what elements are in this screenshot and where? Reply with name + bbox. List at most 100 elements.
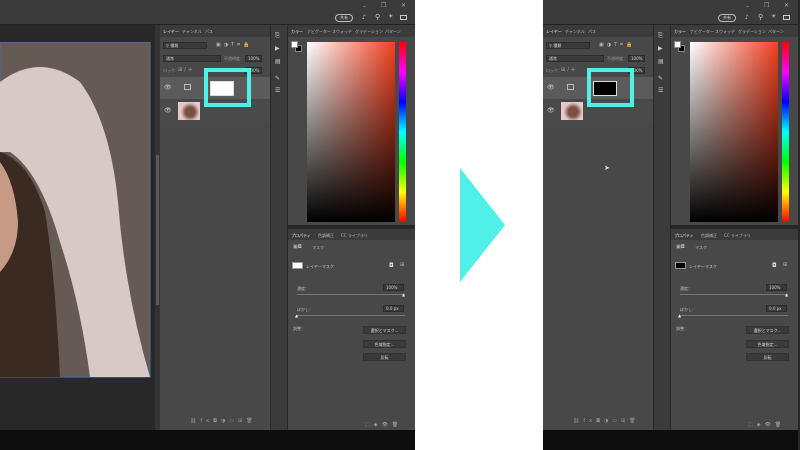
opacity-field[interactable]: 100% bbox=[245, 55, 262, 62]
tab-color[interactable]: カラー bbox=[674, 29, 686, 35]
brush-icon[interactable]: ✎ bbox=[658, 75, 663, 82]
visibility-eye-icon[interactable]: 👁 bbox=[547, 107, 555, 114]
feather-field[interactable]: 0.0 px bbox=[766, 305, 787, 312]
feather-slider-handle[interactable]: ▲ bbox=[295, 313, 298, 318]
brush-icon[interactable]: ✎ bbox=[275, 75, 280, 82]
color-picker-field[interactable] bbox=[690, 42, 778, 222]
comment-icon[interactable]: ▤ bbox=[275, 58, 281, 65]
tab-gradients[interactable]: グラデーション bbox=[738, 29, 766, 35]
hue-slider[interactable] bbox=[782, 42, 789, 222]
foreground-swatch[interactable] bbox=[674, 41, 681, 48]
tab-patterns[interactable]: パターン bbox=[768, 29, 784, 35]
tab-properties[interactable]: プロパティ bbox=[674, 233, 694, 239]
blend-mode-select[interactable]: 通常 bbox=[546, 55, 604, 62]
bell-icon[interactable]: ♪ bbox=[362, 14, 366, 21]
density-slider[interactable] bbox=[297, 294, 405, 295]
select-and-mask-button[interactable]: 選択とマスク... bbox=[746, 326, 789, 334]
lock-icons[interactable]: ⊞/✛ bbox=[178, 67, 194, 73]
select-mask-icon[interactable]: ◘ bbox=[772, 262, 777, 269]
color-picker-field[interactable] bbox=[307, 42, 395, 222]
feather-field[interactable]: 0.0 px bbox=[383, 305, 404, 312]
photo-layer-thumbnail bbox=[178, 102, 200, 120]
tab-paths[interactable]: パス bbox=[588, 29, 596, 35]
density-field[interactable]: 100% bbox=[766, 284, 787, 291]
opacity-field[interactable]: 100% bbox=[628, 55, 645, 62]
tab-swatches[interactable]: スウォッチ bbox=[332, 29, 352, 35]
restore-icon[interactable]: ❐ bbox=[764, 2, 769, 9]
lightbulb-icon[interactable]: ☀ bbox=[771, 13, 776, 20]
tab-navigator[interactable]: ナビゲーター bbox=[690, 29, 714, 35]
layer-filter-select[interactable]: ⚲ 種類 bbox=[163, 42, 207, 49]
color-range-button[interactable]: 色域指定... bbox=[746, 340, 789, 348]
density-slider[interactable] bbox=[680, 294, 788, 295]
history-icon[interactable]: ⎘ bbox=[275, 32, 280, 40]
sliders-icon[interactable]: ☰ bbox=[275, 87, 280, 94]
feather-slider-handle[interactable]: ▲ bbox=[678, 313, 681, 318]
tab-cc-libraries[interactable]: CC ライブラリ bbox=[724, 233, 751, 239]
visibility-eye-icon[interactable]: 👁 bbox=[164, 107, 172, 114]
foreground-swatch[interactable] bbox=[291, 41, 298, 48]
tab-swatches[interactable]: スウォッチ bbox=[715, 29, 735, 35]
invert-button[interactable]: 反転 bbox=[363, 353, 406, 361]
invert-button[interactable]: 反転 bbox=[746, 353, 789, 361]
play-icon[interactable]: ▶ bbox=[275, 45, 280, 52]
lightbulb-icon[interactable]: ☀ bbox=[388, 13, 393, 20]
tab-gradients[interactable]: グラデーション bbox=[355, 29, 383, 35]
bell-icon[interactable]: ♪ bbox=[745, 14, 749, 21]
visibility-eye-icon[interactable]: 👁 bbox=[164, 84, 172, 91]
vector-mask-icon[interactable]: ⊞ bbox=[400, 262, 404, 268]
share-button[interactable]: 共有 bbox=[335, 14, 353, 22]
blend-mode-select[interactable]: 通常 bbox=[163, 55, 221, 62]
properties-footer-icons[interactable]: ⬚◈👁🗑 bbox=[365, 422, 402, 428]
select-and-mask-button[interactable]: 選択とマスク... bbox=[363, 326, 406, 334]
play-icon[interactable]: ▶ bbox=[658, 45, 663, 52]
tab-color[interactable]: カラー bbox=[291, 29, 303, 35]
history-icon[interactable]: ⎘ bbox=[658, 32, 663, 40]
layer-footer-icons[interactable]: ⛓fx◘◑▭⊞🗑 bbox=[573, 418, 640, 424]
hue-slider[interactable] bbox=[399, 42, 406, 222]
filter-icons[interactable]: ▣◑T⌗🔒 bbox=[599, 42, 635, 48]
properties-footer-icons[interactable]: ⬚◈👁🗑 bbox=[748, 422, 785, 428]
color-range-button[interactable]: 色域指定... bbox=[363, 340, 406, 348]
feather-slider[interactable] bbox=[680, 315, 788, 316]
feather-slider[interactable] bbox=[297, 315, 405, 316]
search-icon[interactable]: ⚲ bbox=[758, 13, 763, 21]
layer-filter-select[interactable]: ⚲ 種類 bbox=[546, 42, 590, 49]
workspace-icon[interactable] bbox=[400, 15, 407, 20]
photo-canvas[interactable] bbox=[0, 42, 152, 378]
minimize-icon[interactable]: – bbox=[746, 3, 749, 10]
lock-icons[interactable]: ⊞/✛ bbox=[561, 67, 577, 73]
tab-layers[interactable]: レイヤー bbox=[546, 29, 562, 35]
comment-icon[interactable]: ▤ bbox=[658, 58, 664, 65]
tab-navigator[interactable]: ナビゲーター bbox=[307, 29, 331, 35]
minimize-icon[interactable]: – bbox=[363, 3, 366, 10]
density-slider-handle[interactable]: ▲ bbox=[785, 292, 788, 297]
close-icon[interactable]: ✕ bbox=[401, 2, 406, 9]
visibility-eye-icon[interactable]: 👁 bbox=[547, 84, 555, 91]
opacity-label: 不透明度： bbox=[224, 56, 244, 61]
tab-adjustments[interactable]: 色調補正 bbox=[318, 233, 334, 239]
tab-cc-libraries[interactable]: CC ライブラリ bbox=[341, 233, 368, 239]
vector-mask-icon[interactable]: ⊞ bbox=[783, 262, 787, 268]
tab-layers[interactable]: レイヤー bbox=[163, 29, 179, 35]
document-area[interactable] bbox=[0, 25, 155, 430]
restore-icon[interactable]: ❐ bbox=[381, 2, 386, 9]
tab-patterns[interactable]: パターン bbox=[385, 29, 401, 35]
density-slider-handle[interactable]: ▲ bbox=[402, 292, 405, 297]
select-mask-icon[interactable]: ◘ bbox=[389, 262, 394, 269]
tab-channels[interactable]: チャンネル bbox=[565, 29, 585, 35]
density-field[interactable]: 100% bbox=[383, 284, 404, 291]
pixel-mask-icon[interactable]: ▣◘ bbox=[676, 244, 685, 250]
tab-paths[interactable]: パス bbox=[205, 29, 213, 35]
tab-properties[interactable]: プロパティ bbox=[291, 233, 311, 239]
search-icon[interactable]: ⚲ bbox=[375, 13, 380, 21]
layer-footer-icons[interactable]: ⛓fx◘◑▭⊞🗑 bbox=[190, 418, 257, 424]
pixel-mask-icon[interactable]: ▣◘ bbox=[293, 244, 302, 250]
tab-channels[interactable]: チャンネル bbox=[182, 29, 202, 35]
share-button[interactable]: 共有 bbox=[718, 14, 736, 22]
filter-icons[interactable]: ▣◑T⌗🔒 bbox=[216, 42, 252, 48]
sliders-icon[interactable]: ☰ bbox=[658, 87, 663, 94]
workspace-icon[interactable] bbox=[783, 15, 790, 20]
tab-adjustments[interactable]: 色調補正 bbox=[701, 233, 717, 239]
close-icon[interactable]: ✕ bbox=[784, 2, 789, 9]
